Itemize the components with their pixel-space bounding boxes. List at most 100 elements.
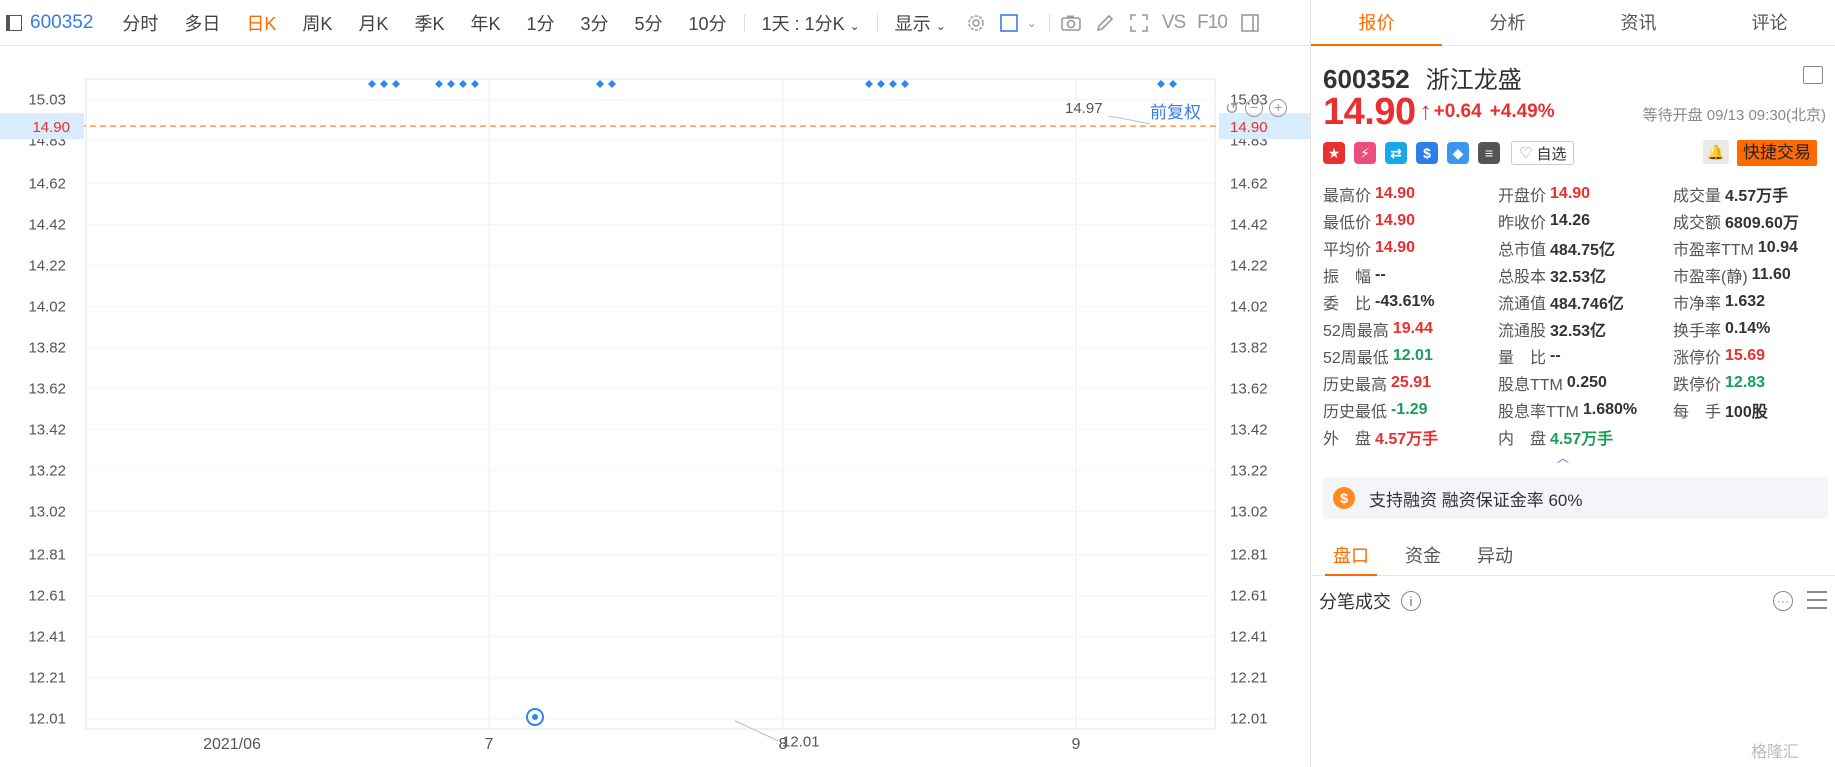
- period-tab[interactable]: 5分: [622, 10, 676, 36]
- kline-chart-area[interactable]: 15.03 15.03 14.83 14.83 14.62 14.62 14.42 14.42…: [0, 46, 1310, 767]
- period-tab[interactable]: 月K: [345, 10, 401, 36]
- stat-value: 6809.60万: [1725, 214, 1799, 232]
- sub-tab[interactable]: 盘口: [1325, 536, 1377, 576]
- stat-value: 4.57万手: [1375, 430, 1439, 448]
- plot-frame: [85, 78, 1216, 730]
- period-tab[interactable]: 1分: [513, 10, 567, 36]
- last-price: 14.90: [1323, 90, 1416, 133]
- panel-tab[interactable]: 报价: [1311, 0, 1442, 46]
- stat-label: 市盈率(静): [1673, 268, 1748, 286]
- panel-toggle-icon[interactable]: [1239, 13, 1261, 33]
- stat-value: 10.94: [1757, 238, 1798, 256]
- stat-label: 跌停价: [1673, 376, 1722, 394]
- event-marker: [865, 80, 873, 88]
- compare-button[interactable]: VS: [1162, 12, 1186, 34]
- china-flag-icon[interactable]: ★: [1323, 142, 1345, 164]
- period-tabs: 分时 多日 日K 周K 月K 季K 年K 1分 3分 5分 10分: [109, 10, 739, 36]
- display-menu[interactable]: 显示 ⌄: [882, 10, 959, 36]
- panel-tab[interactable]: 评论: [1704, 0, 1835, 45]
- tag-icon[interactable]: ◆: [1447, 142, 1469, 164]
- stat-value: 0.250: [1566, 373, 1607, 391]
- settings-icon[interactable]: [965, 13, 987, 33]
- x-tick-label: 7: [485, 736, 494, 753]
- y-tick-label-left: 12.01: [28, 711, 66, 728]
- badge-row: ★ ⚡ ⇄ $ ◆ ≡ ♡ 自选 🔔 快捷交易: [1323, 140, 1828, 166]
- interval-select[interactable]: 1天 : 1分K ⌄: [749, 10, 873, 36]
- dollar-icon[interactable]: $: [1416, 142, 1438, 164]
- badge-list: ★ ⚡ ⇄ $ ◆ ≡: [1323, 142, 1509, 164]
- stat-label: 最低价: [1323, 214, 1372, 232]
- period-tab[interactable]: 3分: [568, 10, 622, 36]
- zoom-out-icon[interactable]: −: [1245, 99, 1264, 117]
- sidebar-toggle-icon[interactable]: [6, 14, 22, 31]
- period-tab[interactable]: 周K: [289, 10, 345, 36]
- bell-icon[interactable]: 🔔: [1703, 140, 1729, 164]
- sub-tab[interactable]: 异动: [1477, 536, 1513, 575]
- price-change-pct: +4.49%: [1489, 101, 1555, 122]
- app-window: 600352 分时 多日 日K 周K 月K 季K 年K 1分 3分 5分 10分 1天 : 1分K …: [0, 0, 1835, 767]
- f10-button[interactable]: F10: [1197, 12, 1228, 34]
- period-tab[interactable]: 季K: [401, 10, 457, 36]
- sub-tab[interactable]: 资金: [1405, 536, 1441, 575]
- layout-square-icon[interactable]: [999, 13, 1021, 33]
- event-marker: [459, 80, 467, 88]
- y-tick-label-right: 12.41: [1230, 629, 1268, 646]
- watermark-logo: 格隆汇: [1751, 744, 1800, 761]
- y-tick-label-right: 13.02: [1230, 504, 1268, 521]
- camera-icon[interactable]: [1060, 13, 1082, 33]
- period-tab[interactable]: 多日: [171, 10, 233, 36]
- stat-value: 0.14%: [1725, 319, 1771, 337]
- stat-label: 振 幅: [1323, 268, 1372, 286]
- document-icon[interactable]: ≡: [1478, 142, 1500, 164]
- y-tick-label-left: 14.02: [28, 299, 66, 316]
- stat-label: 总股本: [1498, 268, 1547, 286]
- y-tick-label-left: 13.42: [28, 422, 66, 439]
- panel-tab[interactable]: 资讯: [1573, 0, 1704, 45]
- stat-item: 开盘价 14.90: [1498, 183, 1673, 205]
- announcement-marker-dot: [532, 714, 538, 720]
- more-icon[interactable]: ···: [1773, 591, 1793, 611]
- stat-label: 平均价: [1323, 241, 1372, 259]
- quick-trade-button[interactable]: 快捷交易: [1737, 140, 1817, 166]
- y-tick-label-right: 12.61: [1230, 588, 1268, 605]
- period-tab[interactable]: 10分: [676, 10, 740, 36]
- stat-item: 市盈率TTM 10.94: [1673, 237, 1835, 259]
- price-row: 14.90 ↑ +0.64 +4.49% 等待开盘 09/13 09:30(北京…: [1323, 90, 1828, 133]
- stock-code-label[interactable]: 600352: [30, 12, 93, 34]
- stat-item: 外 盘 4.57万手: [1323, 426, 1498, 448]
- stat-value: -43.61%: [1375, 292, 1435, 310]
- interval-select-value: 1天 : 1分K: [761, 13, 845, 34]
- info-icon[interactable]: i: [1401, 591, 1421, 611]
- lightning-icon[interactable]: ⚡: [1354, 142, 1376, 164]
- chart-toolbar: 600352 分时 多日 日K 周K 月K 季K 年K 1分 3分 5分 10分 1天 : 1分K …: [0, 0, 1310, 46]
- stat-item: 52周最高 19.44: [1323, 318, 1498, 340]
- period-tab[interactable]: 日K: [233, 10, 289, 36]
- watchlist-button[interactable]: ♡ 自选: [1511, 141, 1575, 165]
- kline-chart[interactable]: 15.03 15.0314.83 14.8314.62 14.6214.42 14.42…: [0, 46, 1310, 767]
- menu-icon[interactable]: [1803, 66, 1823, 84]
- period-tab[interactable]: 年K: [457, 10, 513, 36]
- pencil-icon[interactable]: [1094, 13, 1116, 33]
- shuffle-icon[interactable]: ⇄: [1385, 142, 1407, 164]
- margin-trading-banner: $ 支持融资 融资保证金率 60%: [1323, 477, 1828, 519]
- chevron-down-icon[interactable]: ⌄: [1027, 16, 1037, 30]
- stat-item: 流通值 484.746亿: [1498, 291, 1673, 313]
- fullscreen-icon[interactable]: [1128, 13, 1150, 33]
- stat-label: 最高价: [1323, 187, 1372, 205]
- stat-label: 股息TTM: [1498, 376, 1563, 394]
- price-adjust-link[interactable]: 前复权: [1150, 98, 1201, 123]
- period-tab[interactable]: 分时: [109, 10, 171, 36]
- stat-item: 最高价 14.90: [1323, 183, 1498, 205]
- reset-icon[interactable]: ↺: [1225, 99, 1239, 119]
- x-tick-label: 2021/06: [203, 736, 261, 753]
- zoom-in-icon[interactable]: +: [1269, 99, 1288, 117]
- panel-tab[interactable]: 分析: [1442, 0, 1573, 45]
- list-icon[interactable]: [1807, 591, 1827, 609]
- ticks-header: 分笔成交 i: [1319, 588, 1421, 614]
- chevron-up-icon[interactable]: ︿: [1557, 449, 1569, 466]
- stat-value: 12.83: [1725, 373, 1766, 391]
- y-tick-label-right: 13.42: [1230, 422, 1268, 439]
- stat-value: 484.75亿: [1550, 241, 1615, 259]
- y-tick-label-right: 12.21: [1230, 670, 1268, 687]
- stat-label: 内 盘: [1498, 430, 1547, 448]
